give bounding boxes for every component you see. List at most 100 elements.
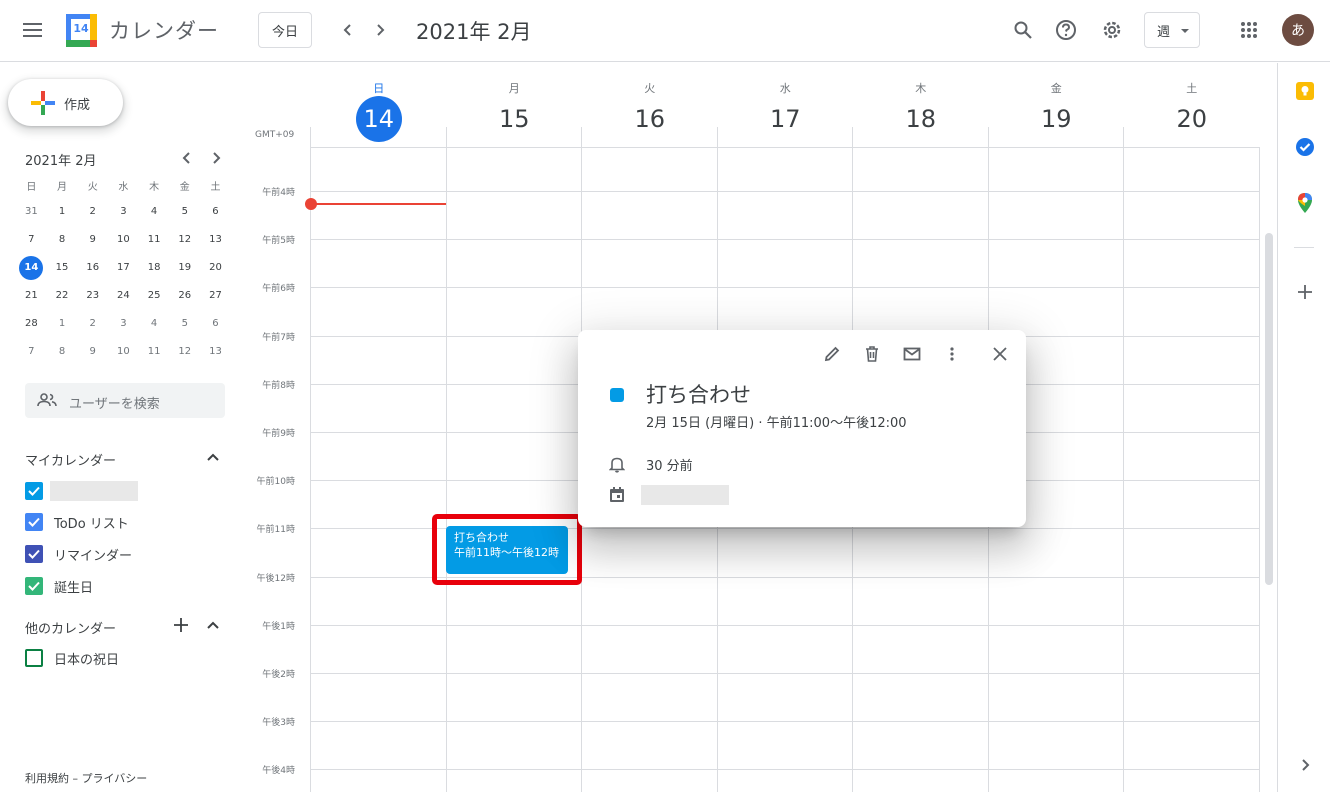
delete-event-button[interactable] xyxy=(860,342,884,366)
mini-day[interactable]: 1 xyxy=(47,200,78,228)
day-number[interactable]: 14 xyxy=(355,96,402,142)
chevron-right-icon xyxy=(213,152,221,164)
main-menu-button[interactable] xyxy=(13,10,53,50)
grid-scrollbar[interactable] xyxy=(1265,233,1273,585)
day-number[interactable]: 18 xyxy=(898,96,944,142)
calendar-logo-icon[interactable]: 14 xyxy=(66,14,97,47)
mini-day[interactable]: 7 xyxy=(16,340,47,368)
account-avatar[interactable]: あ xyxy=(1282,14,1314,46)
mini-day[interactable]: 7 xyxy=(16,228,47,256)
my-calendars-title[interactable]: マイカレンダー xyxy=(25,450,116,469)
mini-day[interactable]: 17 xyxy=(108,256,139,284)
day-number[interactable]: 19 xyxy=(1033,96,1079,142)
mini-day[interactable]: 1 xyxy=(47,312,78,340)
mini-next-month-button[interactable] xyxy=(204,146,228,170)
mini-day[interactable]: 9 xyxy=(77,228,108,256)
day-header-mon[interactable]: 月 15 xyxy=(447,63,583,133)
keep-button[interactable] xyxy=(1285,71,1325,111)
google-apps-button[interactable] xyxy=(1229,10,1269,50)
mini-day[interactable]: 16 xyxy=(77,256,108,284)
search-button[interactable] xyxy=(1003,10,1043,50)
mini-day[interactable]: 5 xyxy=(169,200,200,228)
day-header-thu[interactable]: 木 18 xyxy=(853,63,989,133)
mini-day[interactable]: 9 xyxy=(77,340,108,368)
day-header-sat[interactable]: 土 20 xyxy=(1124,63,1260,133)
day-header-wed[interactable]: 水 17 xyxy=(718,63,854,133)
mini-day[interactable]: 4 xyxy=(139,200,170,228)
calendar-item-reminders[interactable]: リマインダー xyxy=(25,544,132,564)
checkbox-checked[interactable] xyxy=(25,482,43,500)
day-header-fri[interactable]: 金 19 xyxy=(989,63,1125,133)
mini-day[interactable]: 22 xyxy=(47,284,78,312)
mini-day[interactable]: 12 xyxy=(169,340,200,368)
settings-button[interactable] xyxy=(1092,10,1132,50)
mini-day[interactable]: 3 xyxy=(108,312,139,340)
other-calendars-title[interactable]: 他のカレンダー xyxy=(25,618,116,637)
mini-day[interactable]: 6 xyxy=(200,312,231,340)
mini-day[interactable]: 4 xyxy=(139,312,170,340)
checkbox-checked[interactable] xyxy=(25,545,43,563)
search-users-input[interactable]: ユーザーを検索 xyxy=(25,383,225,418)
mini-day[interactable]: 23 xyxy=(77,284,108,312)
email-guests-button[interactable] xyxy=(900,342,924,366)
day-header-tue[interactable]: 火 16 xyxy=(582,63,718,133)
event-chip[interactable]: 打ち合わせ 午前11時～午後12時 xyxy=(446,526,568,574)
next-week-button[interactable] xyxy=(360,10,400,50)
mini-day[interactable]: 21 xyxy=(16,284,47,312)
get-addons-button[interactable] xyxy=(1285,272,1325,312)
mini-day[interactable]: 11 xyxy=(139,340,170,368)
today-button[interactable]: 今日 xyxy=(258,12,312,48)
add-other-calendar-button[interactable] xyxy=(169,613,193,637)
day-number[interactable]: 20 xyxy=(1169,96,1215,142)
mini-day[interactable]: 18 xyxy=(139,256,170,284)
tasks-button[interactable] xyxy=(1285,127,1325,167)
checkbox-checked[interactable] xyxy=(25,577,43,595)
hide-side-panel-button[interactable] xyxy=(1285,745,1325,785)
mini-day[interactable]: 13 xyxy=(200,228,231,256)
view-selector[interactable]: 週 xyxy=(1144,12,1200,48)
checkbox-checked[interactable] xyxy=(25,513,43,531)
mini-day-today[interactable]: 14 xyxy=(16,256,47,284)
mini-day[interactable]: 5 xyxy=(169,312,200,340)
mini-day[interactable]: 3 xyxy=(108,200,139,228)
mini-day[interactable]: 2 xyxy=(77,312,108,340)
mini-day[interactable]: 2 xyxy=(77,200,108,228)
mini-day[interactable]: 10 xyxy=(108,340,139,368)
day-number[interactable]: 17 xyxy=(762,96,808,142)
close-popup-button[interactable] xyxy=(988,342,1012,366)
mini-day[interactable]: 26 xyxy=(169,284,200,312)
mini-day[interactable]: 19 xyxy=(169,256,200,284)
mini-day[interactable]: 25 xyxy=(139,284,170,312)
mini-day[interactable]: 12 xyxy=(169,228,200,256)
calendar-item-japan-holidays[interactable]: 日本の祝日 xyxy=(25,648,119,668)
collapse-my-calendars-button[interactable] xyxy=(201,445,225,469)
calendar-item-birthdays[interactable]: 誕生日 xyxy=(25,576,93,596)
day-number[interactable]: 15 xyxy=(491,96,537,142)
day-header-sun[interactable]: 日 14 xyxy=(311,63,447,142)
mini-day[interactable]: 8 xyxy=(47,340,78,368)
mini-day[interactable]: 24 xyxy=(108,284,139,312)
mini-prev-month-button[interactable] xyxy=(175,146,199,170)
mini-day[interactable]: 8 xyxy=(47,228,78,256)
mini-day[interactable]: 15 xyxy=(47,256,78,284)
mini-day[interactable]: 20 xyxy=(200,256,231,284)
create-button[interactable]: 作成 xyxy=(8,79,123,126)
mini-day[interactable]: 10 xyxy=(108,228,139,256)
checkbox-unchecked[interactable] xyxy=(25,649,43,667)
collapse-other-calendars-button[interactable] xyxy=(201,613,225,637)
mini-day[interactable]: 13 xyxy=(200,340,231,368)
mini-day[interactable]: 27 xyxy=(200,284,231,312)
day-number[interactable]: 16 xyxy=(627,96,673,142)
mini-day[interactable]: 11 xyxy=(139,228,170,256)
edit-event-button[interactable] xyxy=(820,342,844,366)
more-options-button[interactable] xyxy=(940,342,964,366)
app-title[interactable]: カレンダー xyxy=(109,15,219,45)
mini-day[interactable]: 28 xyxy=(16,312,47,340)
terms-privacy-links[interactable]: 利用規約 – プライバシー xyxy=(25,770,147,786)
help-button[interactable] xyxy=(1046,10,1086,50)
mini-day[interactable]: 31 xyxy=(16,200,47,228)
calendar-item-todo[interactable]: ToDo リスト xyxy=(25,512,129,532)
maps-button[interactable] xyxy=(1285,183,1325,223)
mini-day[interactable]: 6 xyxy=(200,200,231,228)
calendar-item-personal[interactable] xyxy=(25,481,138,501)
